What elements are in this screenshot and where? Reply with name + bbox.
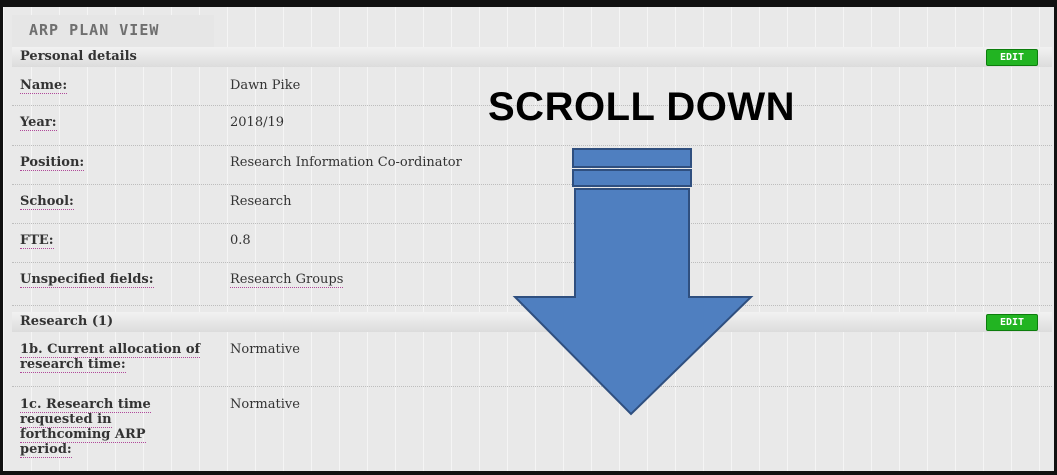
arrow-body (512, 188, 754, 416)
app-frame: ARP PLAN VIEW Personal details EDIT Name… (0, 0, 1057, 475)
arrow-stripe-top (572, 148, 692, 168)
scroll-down-arrow-icon (512, 148, 754, 416)
arrow-stripe-middle (572, 169, 692, 187)
